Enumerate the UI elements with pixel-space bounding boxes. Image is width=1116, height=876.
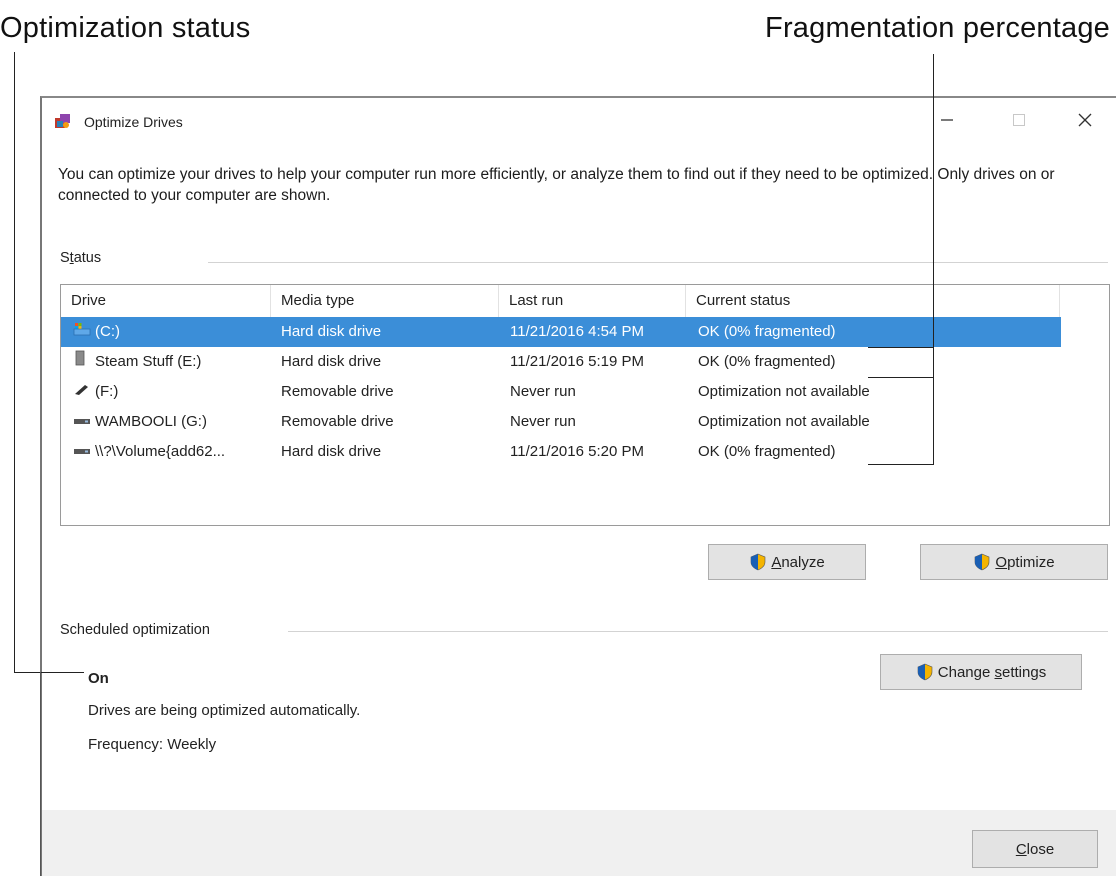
drive-row[interactable]: WAMBOOLI (G:) Removable drive Never run Opt…: [61, 407, 1061, 437]
close-icon: [1078, 113, 1092, 127]
minimize-button[interactable]: [922, 102, 972, 138]
removable-drive-icon: [73, 407, 95, 437]
schedule-state: On: [88, 670, 109, 687]
drive-name: (F:): [95, 383, 119, 400]
last-run-cell: Never run: [510, 383, 576, 400]
current-status-cell: OK (0% fragmented): [698, 353, 836, 370]
usb-drive-icon: [73, 377, 95, 407]
media-type-cell: Hard disk drive: [281, 323, 382, 340]
current-status-cell: Optimization not available: [698, 383, 870, 400]
media-type-cell: Removable drive: [281, 383, 394, 400]
maximize-button[interactable]: [994, 102, 1044, 138]
media-type-cell: Removable drive: [281, 413, 394, 430]
optimization-status-leader-arm: [14, 672, 84, 673]
footer-bar: [42, 810, 1116, 876]
current-status-cell: OK (0% fragmented): [698, 443, 836, 460]
drive-name: WAMBOOLI (G:): [95, 413, 207, 430]
drive-name-cell: (C:): [73, 317, 269, 347]
drive-name-cell: (F:): [73, 377, 269, 407]
drive-name: (C:): [95, 323, 120, 340]
schedule-frequency: Frequency: Weekly: [88, 736, 217, 753]
current-status-cell: Optimization not available: [698, 413, 870, 430]
title-bar: Optimize Drives: [42, 98, 1116, 142]
fragmentation-leader-arm-1: [868, 347, 934, 348]
current-status-cell: OK (0% fragmented): [698, 323, 836, 340]
fragmentation-leader-arm-3: [868, 464, 934, 465]
fragmentation-leader-line: [933, 54, 934, 465]
callout-fragmentation-percentage: Fragmentation percentage: [765, 12, 1110, 44]
drive-row[interactable]: (C:) Hard disk drive 11/21/2016 4:54 PM OK …: [61, 317, 1061, 347]
last-run-cell: 11/21/2016 4:54 PM: [510, 323, 644, 340]
column-header-last-run[interactable]: Last run: [499, 285, 686, 317]
drive-row[interactable]: \\?\Volume{add62... Hard disk drive 11/21/…: [61, 437, 1061, 467]
analyze-label: Analyze: [771, 553, 825, 571]
callout-optimization-status: Optimization status: [0, 12, 251, 44]
drive-name-cell: WAMBOOLI (G:): [73, 407, 269, 437]
last-run-cell: Never run: [510, 413, 576, 430]
optimize-button[interactable]: Optimize: [920, 544, 1108, 580]
column-header-current-status[interactable]: Current status: [686, 285, 1060, 317]
status-group-label: Status: [60, 250, 101, 266]
shield-icon: [917, 663, 933, 681]
column-header-media-type[interactable]: Media type: [271, 285, 499, 317]
drive-row[interactable]: (F:) Removable drive Never run Optimization…: [61, 377, 1061, 407]
close-window-button[interactable]: [1060, 102, 1110, 138]
last-run-cell: 11/21/2016 5:20 PM: [510, 443, 644, 460]
media-type-cell: Hard disk drive: [281, 353, 382, 370]
fragmentation-leader-arm-2: [868, 377, 934, 378]
shield-icon: [751, 553, 766, 571]
maximize-icon: [1013, 114, 1025, 126]
status-label-rest: atus: [73, 250, 102, 266]
optimize-drives-icon: [55, 114, 70, 128]
column-header-drive[interactable]: Drive: [61, 285, 271, 317]
close-button[interactable]: Close: [972, 830, 1098, 868]
drive-list-header: Drive Media type Last run Current status: [61, 285, 1109, 317]
optimization-status-leader-line: [14, 52, 15, 673]
close-label: Close: [1015, 840, 1055, 858]
window-edge-line: [40, 672, 41, 876]
schedule-description: Drives are being optimized automatically…: [88, 702, 361, 719]
status-divider: [208, 262, 1108, 263]
system-drive-icon: [73, 317, 95, 347]
optimize-drives-window: Optimize Drives You can optimize your dr…: [40, 96, 1116, 876]
change-settings-label: Change settings: [937, 663, 1047, 681]
optimize-label: Optimize: [995, 553, 1055, 571]
window-title: Optimize Drives: [84, 114, 183, 130]
drive-row[interactable]: Steam Stuff (E:) Hard disk drive 11/21/201…: [61, 347, 1061, 377]
drive-list[interactable]: Drive Media type Last run Current status…: [60, 284, 1110, 526]
intro-text: You can optimize your drives to help you…: [58, 166, 1055, 204]
media-type-cell: Hard disk drive: [281, 443, 382, 460]
last-run-cell: 11/21/2016 5:19 PM: [510, 353, 644, 370]
drive-name: \\?\Volume{add62...: [95, 443, 226, 460]
drive-name-cell: \\?\Volume{add62...: [73, 437, 269, 467]
shield-icon: [975, 553, 990, 571]
minimize-icon: [941, 119, 953, 121]
hard-drive-icon: [73, 347, 95, 377]
analyze-button[interactable]: Analyze: [708, 544, 866, 580]
scheduled-divider: [288, 631, 1108, 632]
drive-name: Steam Stuff (E:): [95, 353, 202, 370]
volume-drive-icon: [73, 437, 95, 467]
change-settings-button[interactable]: Change settings: [880, 654, 1082, 690]
status-label-s: S: [60, 250, 70, 266]
scheduled-group-label: Scheduled optimization: [60, 622, 210, 638]
drive-name-cell: Steam Stuff (E:): [73, 347, 269, 377]
